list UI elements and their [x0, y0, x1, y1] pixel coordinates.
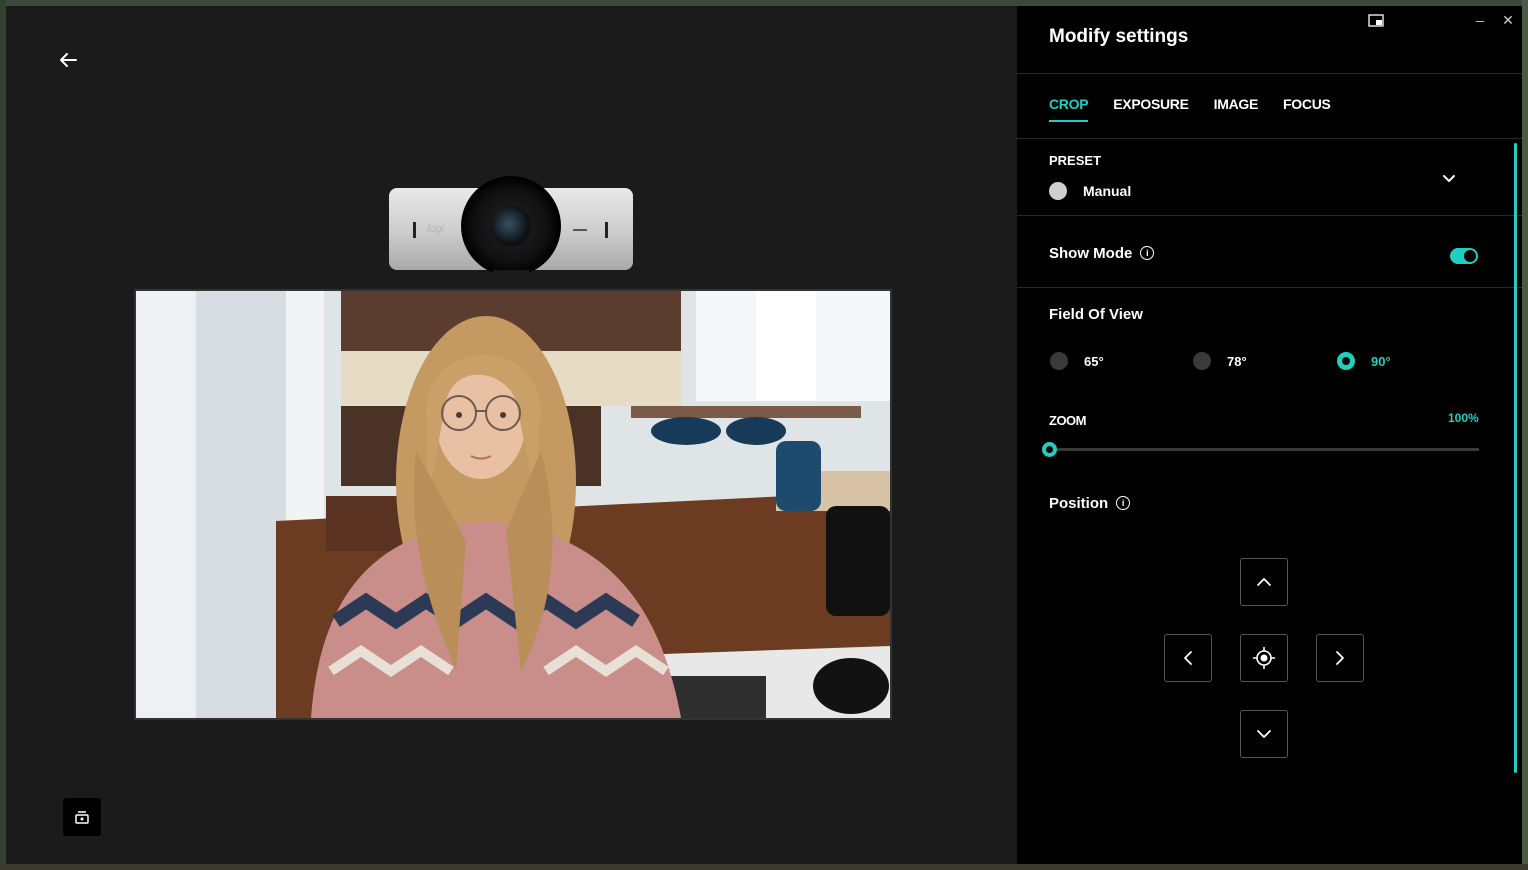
- show-mode-toggle[interactable]: [1450, 248, 1478, 264]
- fov-option-65[interactable]: 65°: [1050, 352, 1104, 370]
- chevron-right-icon: [1336, 651, 1344, 665]
- app-window: logi Modify settings – ✕ CROP EXPOSURE I…: [6, 6, 1522, 864]
- preset-dropdown-button[interactable]: [1439, 168, 1459, 188]
- zoom-value: 100%: [1448, 411, 1479, 425]
- webcam-tray-icon: [75, 811, 89, 824]
- show-mode-label: Show Mode: [1049, 245, 1133, 262]
- fov-option-label: 65°: [1084, 353, 1104, 369]
- fov-option-78[interactable]: 78°: [1193, 352, 1247, 370]
- chevron-up-icon: [1257, 578, 1271, 586]
- camera-logo: logi: [427, 223, 445, 235]
- settings-panel: Modify settings – ✕ CROP EXPOSURE IMAGE …: [1017, 6, 1522, 864]
- pan-left-button[interactable]: [1164, 634, 1212, 682]
- toggle-knob: [1464, 250, 1476, 262]
- back-button[interactable]: [56, 48, 80, 72]
- settings-scrollbar[interactable]: [1514, 143, 1517, 773]
- recenter-icon: [1253, 647, 1275, 669]
- chevron-down-icon: [1443, 175, 1455, 182]
- divider: [1017, 138, 1522, 139]
- chevron-left-icon: [1184, 651, 1192, 665]
- settings-tabs: CROP EXPOSURE IMAGE FOCUS: [1049, 96, 1331, 122]
- fov-option-label: 78°: [1227, 353, 1247, 369]
- zoom-label: ZOOM: [1049, 413, 1087, 428]
- info-icon[interactable]: i: [1140, 246, 1155, 261]
- zoom-slider[interactable]: [1042, 442, 1479, 457]
- position-label: Position: [1049, 495, 1109, 512]
- desktop-background-right: [1522, 0, 1528, 870]
- tab-image[interactable]: IMAGE: [1214, 96, 1259, 122]
- webcam-illustration: logi: [389, 176, 633, 284]
- tab-focus[interactable]: FOCUS: [1283, 96, 1331, 122]
- info-icon[interactable]: i: [1116, 496, 1131, 511]
- pan-up-button[interactable]: [1240, 558, 1288, 606]
- fov-option-90[interactable]: 90°: [1337, 352, 1391, 370]
- picture-in-picture-button[interactable]: [1367, 12, 1385, 30]
- position-row: Position i: [1049, 495, 1131, 512]
- radio-dot: [1050, 352, 1068, 370]
- tab-exposure[interactable]: EXPOSURE: [1113, 96, 1189, 122]
- radio-dot-selected: [1337, 352, 1355, 370]
- show-mode-row: Show Mode i: [1049, 245, 1155, 262]
- recenter-button[interactable]: [1240, 634, 1288, 682]
- divider: [1017, 287, 1522, 288]
- panel-title: Modify settings: [1049, 26, 1189, 47]
- pan-right-button[interactable]: [1316, 634, 1364, 682]
- radio-dot: [1193, 352, 1211, 370]
- field-of-view-label: Field Of View: [1049, 306, 1143, 323]
- pan-down-button[interactable]: [1240, 710, 1288, 758]
- chevron-down-icon: [1257, 730, 1271, 738]
- tray-button[interactable]: [63, 798, 101, 836]
- window-controls: – ✕: [1466, 6, 1522, 34]
- minimize-button[interactable]: –: [1466, 6, 1494, 34]
- divider: [1017, 73, 1522, 74]
- divider: [1017, 215, 1522, 216]
- fov-option-label: 90°: [1371, 353, 1391, 369]
- desktop-background-bottom: [0, 864, 1528, 870]
- camera-feed-image: [134, 289, 892, 720]
- camera-preview-pane: logi: [6, 6, 1017, 864]
- preset-label: PRESET: [1049, 153, 1102, 168]
- tab-crop[interactable]: CROP: [1049, 96, 1089, 122]
- preset-value[interactable]: Manual: [1083, 183, 1131, 199]
- picture-in-picture-icon: [1368, 14, 1384, 27]
- close-button[interactable]: ✕: [1494, 6, 1522, 34]
- zoom-slider-thumb[interactable]: [1042, 442, 1057, 457]
- preset-indicator: [1049, 182, 1067, 200]
- arrow-left-icon: [60, 53, 77, 67]
